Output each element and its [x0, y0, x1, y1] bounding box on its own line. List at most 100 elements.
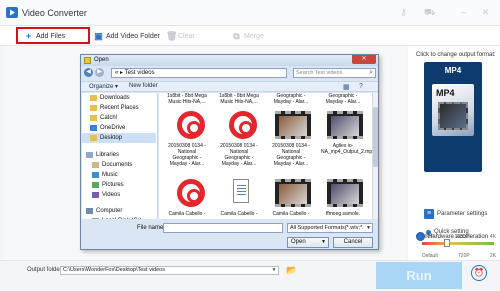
cart-icon[interactable]: ⛟	[424, 7, 435, 18]
mp4-format-icon: MP4	[432, 84, 474, 136]
help-icon[interactable]: ?	[359, 83, 363, 90]
nav-item-label: Pictures	[102, 182, 124, 188]
netease-music-icon	[169, 109, 205, 141]
nav-item-libraries[interactable]: Libraries	[82, 150, 119, 160]
video-thumbnail-icon	[325, 177, 363, 209]
clear-button[interactable]: 🗑 Clear	[166, 26, 195, 46]
nav-item-label: Documents	[102, 162, 133, 168]
minimize-icon[interactable]: –	[458, 7, 469, 18]
output-format-panel: Click to change output format: MP4 MP4 ≡…	[408, 46, 500, 260]
address-bar[interactable]: « ▸ Test videos	[111, 68, 287, 78]
file-type-select[interactable]: All Supported Formats(*.wtv;*. ▼	[287, 223, 373, 233]
video-icon	[92, 192, 99, 198]
nav-item-label: Libraries	[96, 152, 120, 158]
organize-button[interactable]: Organize ▾	[89, 83, 118, 90]
file-name-caption: 20150308 0134 - National Geographic - Ma…	[272, 143, 310, 167]
video-frame	[279, 184, 307, 204]
nav-item-music[interactable]: Music	[82, 170, 118, 180]
file-name-caption: 20150308 0134 - National Geographic - Ma…	[168, 143, 206, 167]
nav-item-label: Catch!	[100, 115, 118, 121]
merge-icon: ⧉	[233, 30, 240, 41]
file-name-input[interactable]	[163, 223, 283, 233]
document-file-icon	[221, 177, 257, 209]
nav-item-local-disk-c[interactable]: Local Disk (C:)	[82, 216, 141, 219]
nav-item-desktop[interactable]: Desktop	[82, 133, 156, 143]
dialog-title-bar: Open ✕	[81, 55, 378, 66]
nav-item-pictures[interactable]: Pictures	[82, 180, 124, 190]
back-arrow-icon[interactable]: ◀	[84, 68, 93, 77]
close-icon[interactable]: ✕	[480, 7, 491, 18]
file-tile[interactable]: Camila Cabello -	[165, 177, 209, 219]
folder-icon	[90, 95, 97, 101]
folder-icon	[90, 105, 97, 111]
open-button[interactable]: Open ▼	[287, 237, 329, 248]
path-root: «	[115, 70, 119, 76]
file-tile[interactable]: Camila Cabello -	[217, 177, 261, 219]
nav-item-catch[interactable]: Catch!	[82, 113, 117, 123]
netease-logo-icon	[177, 111, 205, 139]
file-tile[interactable]: 20150308 0134 - National Geographic - Ma…	[165, 109, 209, 171]
file-name-caption: Camila Cabello -	[220, 211, 258, 217]
output-folder-dropdown-icon[interactable]: ▼	[270, 267, 278, 274]
file-tile[interactable]: 20150308 0134 - National Geographic - Ma…	[217, 109, 261, 171]
file-caption-partial[interactable]: 1s8bit - 8bit Mega Music Hits-NA,...	[165, 93, 209, 105]
new-folder-button[interactable]: New folder	[129, 83, 158, 89]
file-tile[interactable]: Camila Cabello -	[269, 177, 313, 219]
file-tile[interactable]: ffmoeg samole.	[321, 177, 365, 219]
mp4-art-text: MP4	[436, 88, 455, 98]
search-icon: ⌕	[369, 69, 373, 76]
quality-label-2k: 2K	[489, 253, 496, 259]
nav-item-documents[interactable]: Documents	[82, 160, 132, 170]
alarm-clock-icon[interactable]: ⏰	[471, 265, 487, 281]
merge-button[interactable]: ⧉ Merge	[232, 26, 264, 46]
nav-item-videos[interactable]: Videos	[82, 190, 120, 200]
file-caption-partial[interactable]: Geographic - Mayday - Alar...	[269, 93, 313, 105]
app-title: Video Converter	[22, 8, 87, 18]
output-format-selector[interactable]: MP4 MP4	[424, 62, 482, 172]
file-grid: 1s8bit - 8bit Mega Music Hits-NA,... 1s8b…	[159, 93, 372, 219]
cancel-button[interactable]: Cancel	[333, 237, 373, 248]
key-icon[interactable]: ⚷	[398, 7, 409, 18]
parameter-settings-button[interactable]: ≡ Parameter settings	[424, 208, 498, 220]
nav-item-onedrive[interactable]: OneDrive	[82, 123, 125, 133]
dialog-address-row: ◀ ▶ « ▸ Test videos Search Test videos ⌕	[81, 67, 378, 79]
toggle-icon	[416, 232, 425, 241]
dialog-close-button[interactable]: ✕	[352, 55, 376, 64]
file-tile[interactable]: 20150308 0134 - National Geographic - Ma…	[269, 109, 313, 171]
forward-arrow-icon[interactable]: ▶	[95, 68, 104, 77]
nav-item-label: Computer	[96, 208, 123, 214]
file-grid-scrollbar[interactable]	[372, 93, 378, 219]
run-button[interactable]: Run	[376, 262, 462, 289]
netease-logo-icon	[177, 179, 205, 207]
dialog-title: Open	[94, 57, 109, 63]
title-bar: Video Converter ⚷ ⛟ – ✕	[0, 0, 500, 26]
add-video-folder-button[interactable]: ▣ Add Video Folder	[94, 26, 160, 46]
film-strip-icon	[327, 179, 363, 207]
file-caption-partial[interactable]: 1s8bit - 8bit Mega Music Hits-NA,...	[217, 93, 261, 105]
split-arrow-icon: ▼	[321, 239, 326, 245]
view-options-icon[interactable]: ▦	[343, 83, 350, 91]
nav-item-recent-places[interactable]: Recent Places	[82, 103, 139, 113]
file-caption-partial[interactable]: Geographic - Mayday - Alar...	[321, 93, 365, 105]
netease-music-icon	[169, 177, 205, 209]
scrollbar-thumb[interactable]	[373, 107, 378, 167]
file-tile[interactable]: Agiles io-NA_mp4_Output_2.mp4	[321, 109, 372, 171]
settings-sliders-icon: ≡	[424, 209, 434, 219]
quality-slider-track[interactable]	[422, 242, 494, 245]
video-thumbnail-icon	[273, 177, 311, 209]
nav-item-label: Recent Places	[100, 105, 139, 111]
parameter-settings-label: Parameter settings	[437, 211, 488, 217]
file-type-value: All Supported Formats(*.wtv;*.	[290, 225, 364, 231]
dialog-command-bar: Organize ▾ New folder ▦ ?	[81, 81, 378, 92]
dialog-search-input[interactable]: Search Test videos ⌕	[293, 68, 376, 78]
browse-folder-icon[interactable]: 📂	[286, 265, 297, 275]
hardware-acceleration-toggle[interactable]: Hardware acceleration	[416, 232, 488, 241]
nav-item-downloads[interactable]: Downloads	[82, 93, 130, 103]
file-name-caption: Camila Cabello -	[168, 211, 206, 217]
search-placeholder: Search Test videos	[296, 70, 343, 76]
video-frame	[331, 184, 359, 204]
nav-item-computer[interactable]: Computer	[82, 206, 122, 216]
nav-item-label: Downloads	[100, 95, 130, 101]
output-folder-field[interactable]: C:\Users\WonderFox\Desktop\Test videos	[60, 266, 279, 275]
add-video-folder-label: Add Video Folder	[106, 32, 160, 40]
